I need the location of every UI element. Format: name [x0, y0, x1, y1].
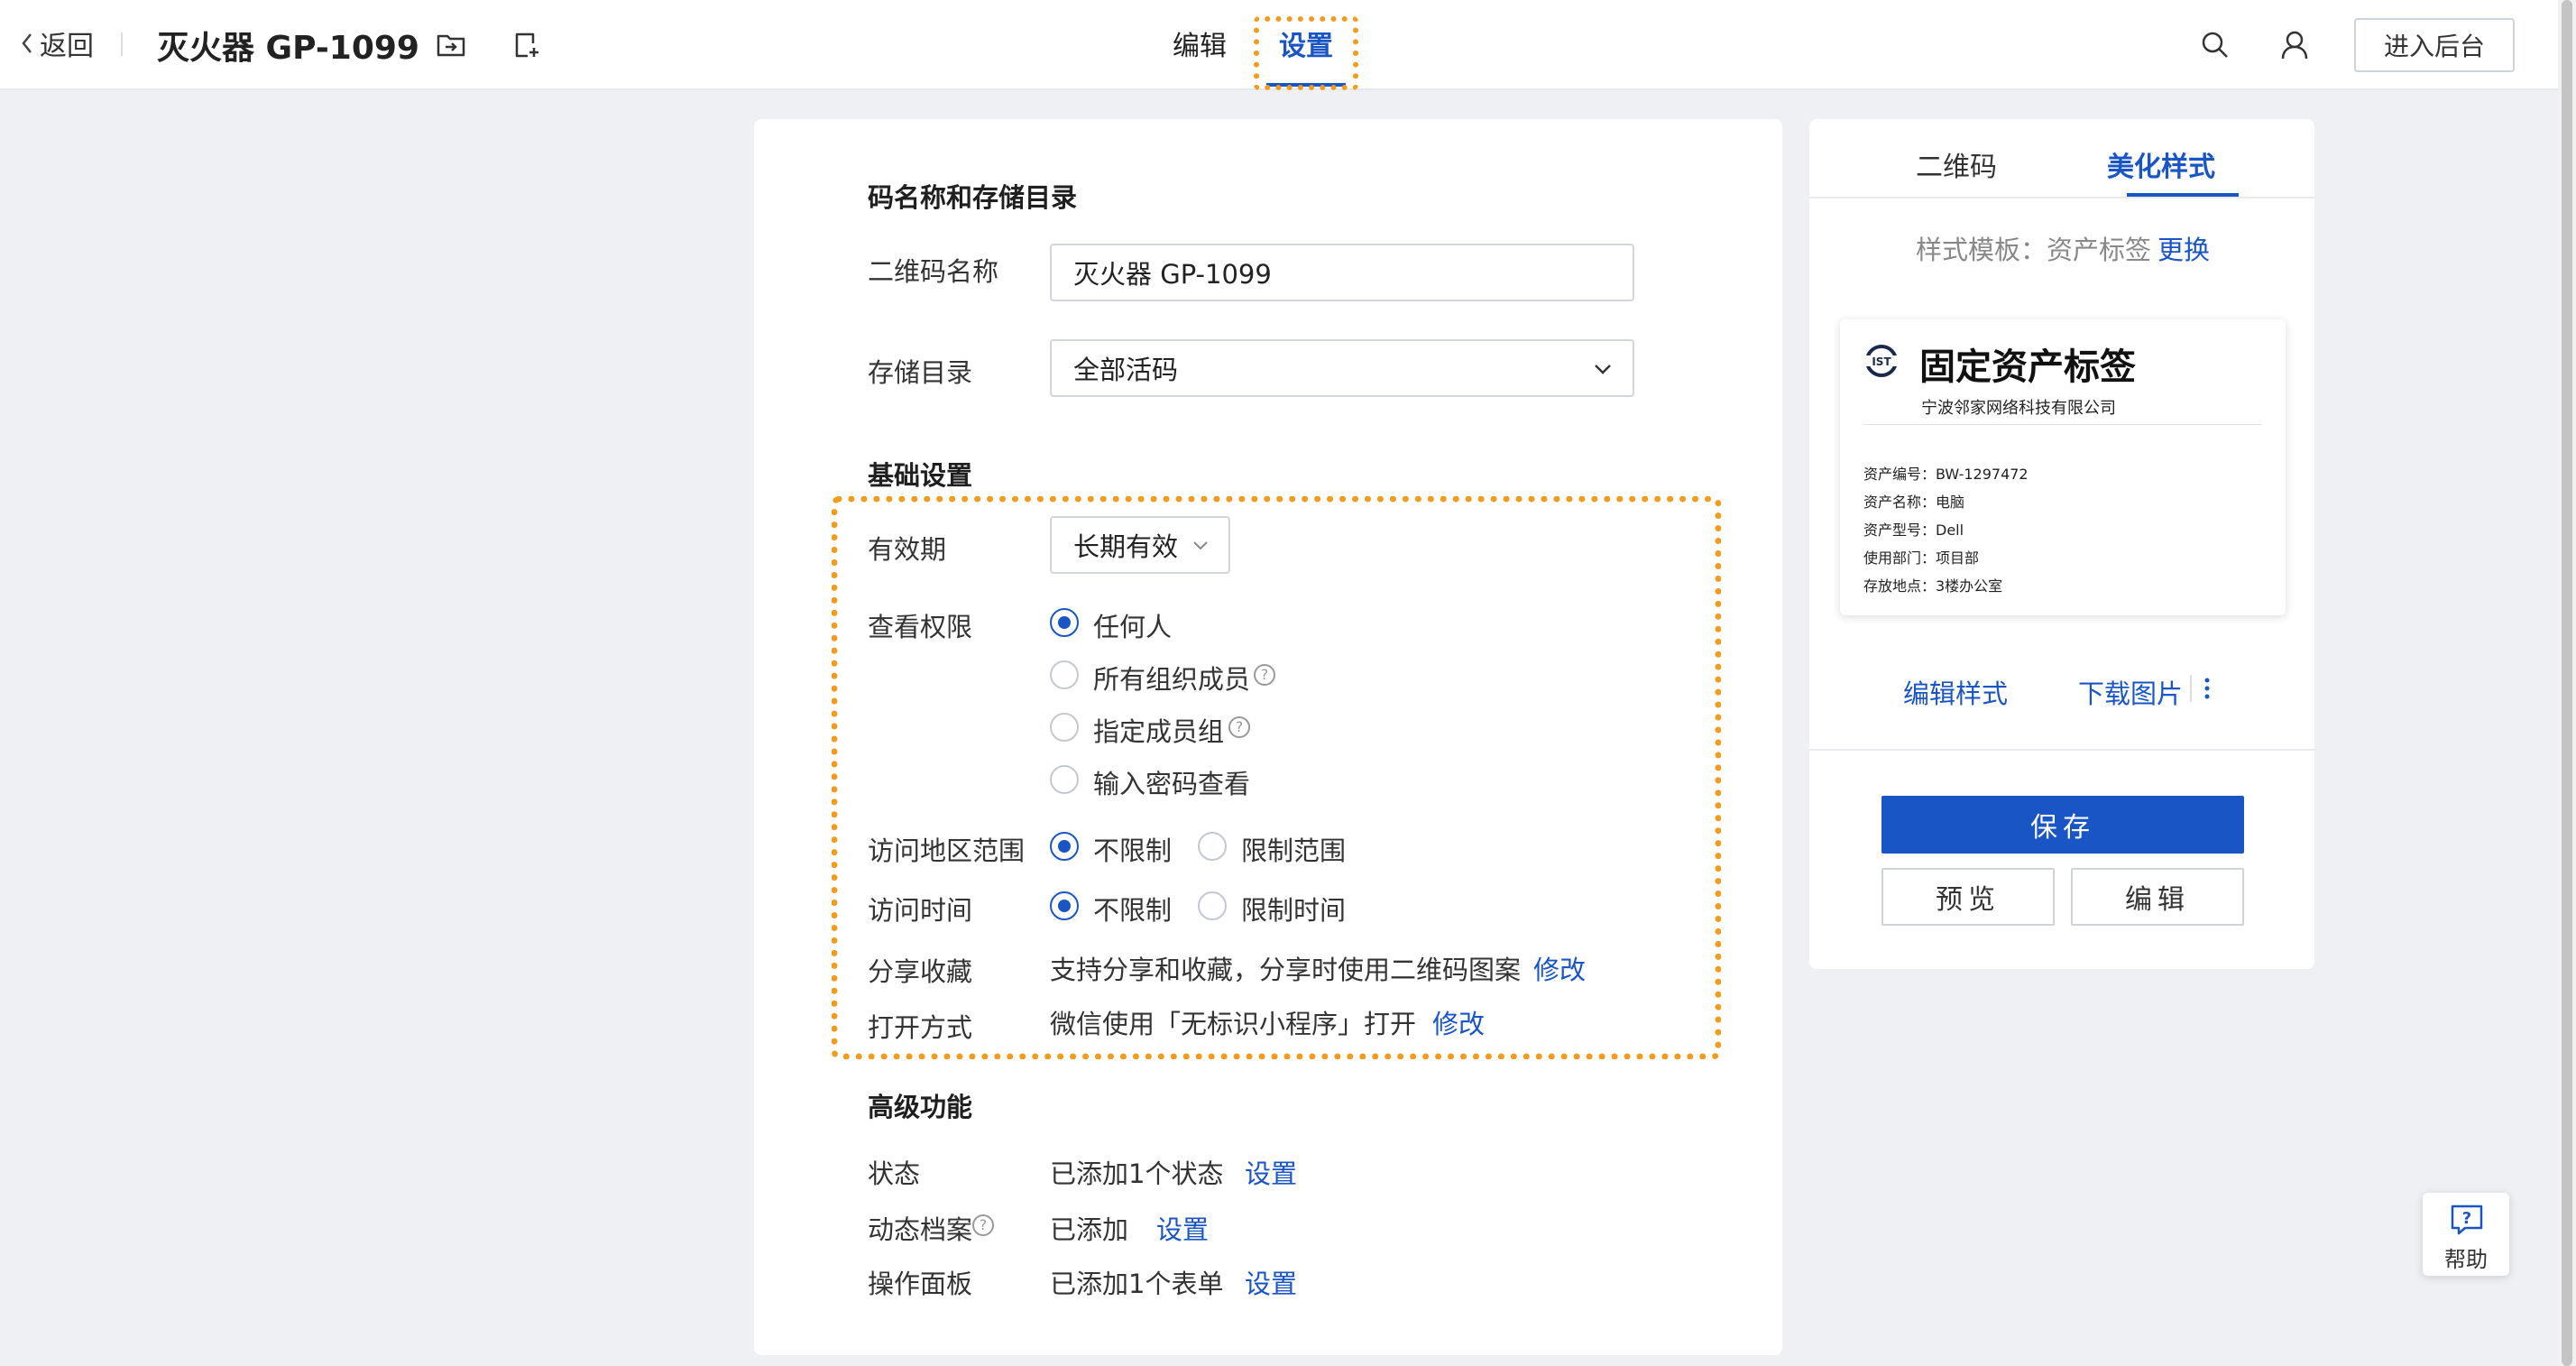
highlight-box-tab [1254, 16, 1358, 90]
new-document-icon[interactable] [509, 27, 545, 63]
status-label: 状态 [868, 1158, 921, 1189]
storage-dir-label: 存储目录 [868, 357, 973, 388]
radio-region-limited[interactable] [1198, 832, 1227, 861]
card-company: 宁波邻家网络科技有限公司 [1921, 399, 2116, 418]
back-label: 返回 [40, 31, 94, 62]
card-row-asset-name: 资产名称：电脑 [1863, 494, 1965, 511]
status-value: 已添加1个状态 [1050, 1158, 1224, 1189]
radio-password[interactable] [1050, 765, 1079, 794]
radio-region-unlimited[interactable] [1050, 832, 1079, 861]
divider [121, 32, 123, 56]
enter-backend-button[interactable]: 进入后台 [2354, 18, 2515, 72]
open-method-label: 打开方式 [868, 1012, 973, 1043]
template-label: 样式模板：资产标签 [1916, 235, 2152, 265]
radio-time-unlimited[interactable] [1050, 891, 1079, 920]
qr-name-label: 二维码名称 [868, 256, 999, 287]
dynamic-archive-value: 已添加 [1050, 1214, 1129, 1245]
share-value: 支持分享和收藏，分享时使用二维码图案 [1050, 955, 1522, 985]
status-settings-link[interactable]: 设置 [1245, 1153, 1297, 1191]
card-row-asset-model: 资产型号：Dell [1863, 521, 1964, 539]
radio-time-limited[interactable] [1198, 891, 1227, 920]
chevron-left-icon [22, 33, 32, 53]
divider [1809, 749, 2314, 751]
open-method-modify-link[interactable]: 修改 [1432, 1003, 1485, 1041]
operation-panel-settings-link[interactable]: 设置 [1245, 1263, 1297, 1301]
card-title: 固定资产标签 [1919, 346, 2136, 388]
help-circle-icon[interactable]: ? [1254, 664, 1275, 686]
tab-qrcode[interactable]: 二维码 [1916, 144, 1997, 184]
section-title-name: 码名称和存储目录 [868, 182, 1078, 213]
card-row-location: 存放地点：3楼办公室 [1863, 577, 2003, 595]
template-change-link[interactable]: 更换 [2157, 229, 2210, 267]
validity-value: 长期有效 [1073, 531, 1179, 562]
option-time-limited: 限制时间 [1241, 895, 1347, 926]
card-row-asset-no: 资产编号：BW-1297472 [1863, 466, 2029, 483]
region-label: 访问地区范围 [868, 835, 1026, 866]
svg-text:IST: IST [1872, 355, 1891, 368]
open-method-value: 微信使用「无标识小程序」打开 [1050, 1009, 1417, 1039]
tab-beautify[interactable]: 美化样式 [2107, 144, 2215, 184]
option-org-members: 所有组织成员 [1093, 664, 1251, 695]
back-button[interactable]: 返回 [20, 23, 94, 63]
svg-text:?: ? [2462, 1209, 2471, 1228]
help-label: 帮助 [2444, 1247, 2488, 1272]
section-title-advanced: 高级功能 [868, 1092, 973, 1122]
dynamic-archive-settings-link[interactable]: 设置 [1156, 1209, 1209, 1247]
operation-panel-value: 已添加1个表单 [1050, 1269, 1224, 1299]
move-folder-icon[interactable] [433, 27, 469, 63]
save-button[interactable]: 保存 [1881, 796, 2244, 854]
search-icon[interactable] [2197, 27, 2233, 63]
card-row-department: 使用部门：项目部 [1863, 549, 1980, 567]
chevron-down-icon [1193, 541, 1208, 550]
chevron-down-icon [1595, 365, 1611, 374]
more-options-icon[interactable] [2201, 673, 2213, 706]
option-time-unlimited: 不限制 [1093, 895, 1173, 926]
edit-style-link[interactable]: 编辑样式 [1903, 673, 2008, 711]
help-chat-icon: ? [2451, 1204, 2483, 1235]
radio-anyone[interactable] [1050, 608, 1079, 637]
option-member-group: 指定成员组 [1093, 716, 1225, 747]
validity-select[interactable]: 长期有效 [1050, 516, 1230, 574]
share-modify-link[interactable]: 修改 [1533, 949, 1586, 987]
option-region-unlimited: 不限制 [1093, 835, 1173, 866]
preview-button[interactable]: 预览 [1881, 868, 2055, 926]
option-region-limited: 限制范围 [1241, 835, 1347, 866]
operation-panel-label: 操作面板 [868, 1269, 973, 1299]
qr-name-input[interactable]: 灭火器 GP-1099 [1050, 244, 1634, 301]
dynamic-archive-label: 动态档案 [868, 1214, 973, 1245]
divider [2190, 675, 2192, 702]
radio-org-members[interactable] [1050, 660, 1079, 689]
help-circle-icon[interactable]: ? [1228, 716, 1250, 738]
edit-button[interactable]: 编辑 [2071, 868, 2244, 926]
page-title: 灭火器 GP-1099 [157, 30, 419, 67]
validity-label: 有效期 [868, 534, 947, 565]
section-title-basic: 基础设置 [868, 460, 973, 491]
download-image-link[interactable]: 下载图片 [2078, 673, 2183, 711]
scrollbar-thumb[interactable] [2562, 0, 2572, 1366]
radio-member-group[interactable] [1050, 713, 1079, 742]
storage-dir-value: 全部活码 [1073, 355, 1179, 385]
option-password: 输入密码查看 [1093, 769, 1251, 799]
user-icon[interactable] [2277, 27, 2313, 63]
company-logo: IST [1862, 343, 1901, 386]
storage-dir-select[interactable]: 全部活码 [1050, 339, 1634, 397]
help-circle-icon[interactable]: ? [972, 1214, 994, 1236]
view-permission-label: 查看权限 [868, 612, 973, 642]
divider [1809, 197, 2314, 198]
share-label: 分享收藏 [868, 956, 973, 987]
option-anyone: 任何人 [1093, 612, 1173, 642]
card-divider [1863, 424, 2262, 425]
tab-edit[interactable]: 编辑 [1173, 23, 1227, 63]
time-label: 访问时间 [868, 895, 973, 926]
